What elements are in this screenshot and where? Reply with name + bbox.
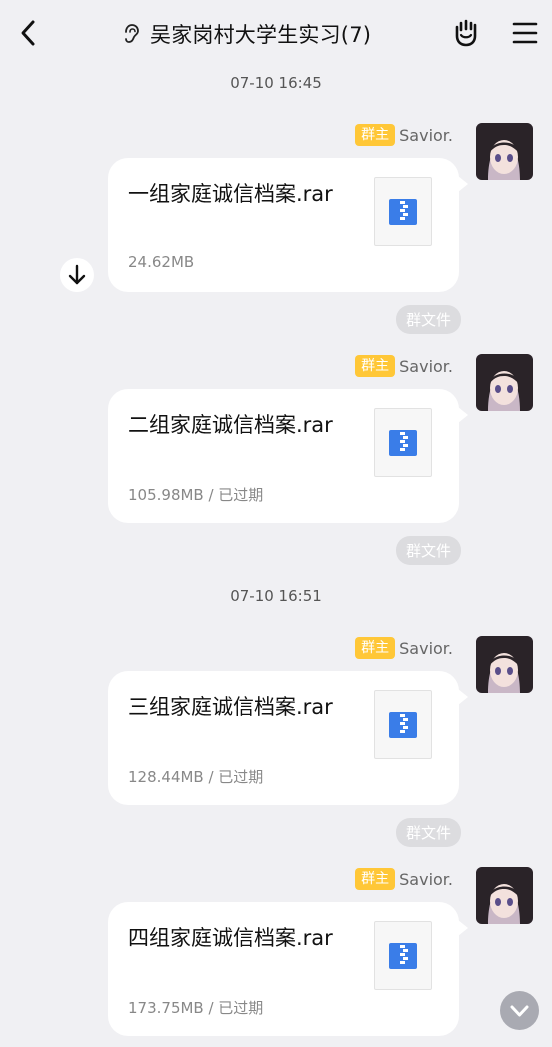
sender-name[interactable]: Savior. [399, 870, 453, 889]
chat-header: 吴家岗村大学生实习(7) [0, 0, 552, 66]
rar-archive-icon [389, 943, 417, 969]
timestamp: 07-10 16:51 [230, 587, 322, 605]
avatar[interactable] [476, 354, 533, 411]
file-message-bubble[interactable]: 三组家庭诚信档案.rar 128.44MB / 已过期 [108, 671, 468, 805]
sender-row: 群主 Savior. [355, 867, 453, 891]
file-message-bubble[interactable]: 二组家庭诚信档案.rar 105.98MB / 已过期 [108, 389, 468, 523]
file-name: 四组家庭诚信档案.rar [128, 926, 333, 950]
file-message-bubble[interactable]: 一组家庭诚信档案.rar 24.62MB [108, 158, 468, 292]
owner-badge: 群主 [355, 637, 396, 659]
avatar[interactable] [476, 123, 533, 180]
group-file-tag[interactable]: 群文件 [395, 536, 461, 565]
scroll-to-bottom-button[interactable] [500, 991, 539, 1030]
sender-name[interactable]: Savior. [399, 357, 453, 376]
menu-icon [512, 22, 538, 44]
group-file-tag[interactable]: 群文件 [395, 305, 461, 334]
chevron-down-icon [510, 1005, 529, 1017]
file-name: 二组家庭诚信档案.rar [128, 413, 333, 437]
group-file-tag[interactable]: 群文件 [395, 818, 461, 847]
rar-archive-icon [389, 712, 417, 738]
owner-badge: 群主 [355, 355, 396, 377]
file-meta: 128.44MB / 已过期 [128, 768, 264, 786]
download-arrow-icon [68, 264, 86, 285]
sender-name[interactable]: Savior. [399, 126, 453, 145]
hand-button[interactable] [450, 17, 482, 49]
file-icon-box [374, 690, 432, 759]
file-icon-box [374, 921, 432, 990]
avatar[interactable] [476, 867, 533, 924]
sender-row: 群主 Savior. [355, 354, 453, 378]
file-icon-box [374, 177, 432, 246]
menu-button[interactable] [510, 18, 540, 48]
file-icon-box [374, 408, 432, 477]
chat-title-area[interactable]: 吴家岗村大学生实习(7) [120, 18, 371, 50]
back-button[interactable] [16, 18, 44, 48]
timestamp: 07-10 16:45 [230, 74, 322, 92]
ear-icon [125, 24, 139, 43]
hand-icon [455, 19, 477, 47]
file-name: 一组家庭诚信档案.rar [128, 182, 333, 206]
file-name: 三组家庭诚信档案.rar [128, 695, 333, 719]
back-arrow-icon [21, 20, 35, 46]
download-button[interactable] [60, 258, 94, 292]
avatar[interactable] [476, 636, 533, 693]
file-message-bubble[interactable]: 四组家庭诚信档案.rar 173.75MB / 已过期 [108, 902, 468, 1036]
sender-row: 群主 Savior. [355, 123, 453, 147]
file-meta: 24.62MB [128, 253, 195, 271]
rar-archive-icon [389, 199, 417, 225]
sender-name[interactable]: Savior. [399, 639, 453, 658]
file-meta: 173.75MB / 已过期 [128, 999, 264, 1017]
rar-archive-icon [389, 430, 417, 456]
sender-row: 群主 Savior. [355, 636, 453, 660]
file-meta: 105.98MB / 已过期 [128, 486, 264, 504]
owner-badge: 群主 [355, 124, 396, 146]
owner-badge: 群主 [355, 868, 396, 890]
chat-title: 吴家岗村大学生实习(7) [150, 23, 372, 47]
